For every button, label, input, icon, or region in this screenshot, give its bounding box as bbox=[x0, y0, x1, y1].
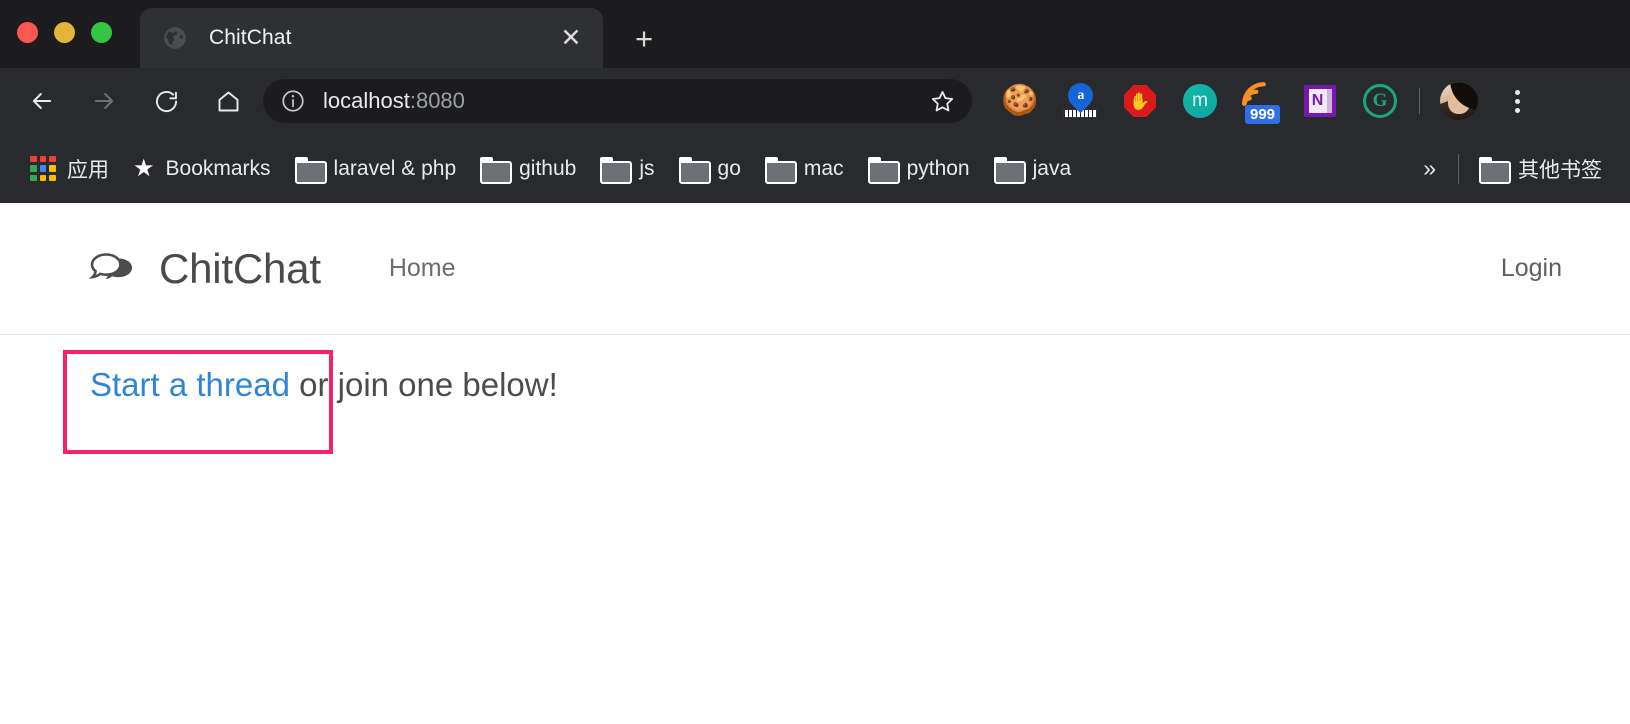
page-content: Start a thread or join one below! bbox=[0, 335, 1630, 401]
browser-tab-chitchat[interactable]: ChitChat ✕ bbox=[140, 8, 603, 68]
feedly-extension-icon[interactable]: 999 bbox=[1230, 68, 1290, 134]
bookmark-item-github[interactable]: github bbox=[468, 151, 588, 187]
bookmark-label: mac bbox=[803, 156, 844, 180]
globe-icon bbox=[162, 25, 188, 51]
window-traffic-lights bbox=[17, 22, 112, 43]
bookmark-item-bookmarks[interactable]: ★ Bookmarks bbox=[121, 151, 283, 187]
bookmark-item-mac[interactable]: mac bbox=[753, 151, 856, 187]
page-viewport: ChitChat Home Login Start a thread or jo… bbox=[0, 203, 1630, 724]
browser-chrome: ChitChat ✕ + localhost:8080 🍪 a ✋ m 999 … bbox=[0, 0, 1630, 203]
kebab-dot bbox=[1514, 107, 1520, 113]
folder-icon bbox=[867, 157, 900, 184]
url-port: :8080 bbox=[409, 88, 465, 113]
bookmarks-divider bbox=[1458, 153, 1459, 184]
folder-icon bbox=[1479, 157, 1511, 184]
nav-link-home[interactable]: Home bbox=[381, 248, 464, 289]
bookmark-item-apps[interactable]: 应用 bbox=[18, 148, 121, 190]
adblock-extension-icon[interactable]: ✋ bbox=[1110, 68, 1170, 134]
bookmarks-bar-right: » 其他书签 bbox=[1409, 134, 1614, 203]
bookmark-label: java bbox=[1032, 156, 1072, 180]
bookmark-label: github bbox=[519, 156, 577, 180]
bookmarks-overflow-button[interactable]: » bbox=[1409, 151, 1450, 186]
speech-bubbles-icon bbox=[88, 249, 140, 289]
site-nav-right: Login bbox=[1493, 254, 1570, 283]
kebab-dot bbox=[1514, 89, 1520, 95]
folder-icon bbox=[294, 157, 327, 184]
bookmarks-bar: 应用 ★ Bookmarks laravel & php github js g… bbox=[0, 134, 1630, 203]
address-bar[interactable]: localhost:8080 bbox=[263, 79, 972, 123]
folder-icon bbox=[764, 157, 797, 184]
bookmark-item-js[interactable]: js bbox=[588, 151, 666, 187]
site-info-icon[interactable] bbox=[279, 87, 307, 115]
browser-menu-button[interactable] bbox=[1495, 79, 1539, 123]
bookmark-star-icon[interactable] bbox=[922, 81, 962, 121]
lead-paragraph: Start a thread or join one below! bbox=[90, 368, 558, 401]
grammarly-letter: G bbox=[1363, 84, 1397, 118]
apps-grid-icon bbox=[30, 155, 56, 182]
avatar bbox=[1440, 82, 1478, 120]
url-host: localhost bbox=[323, 88, 410, 113]
bookmark-item-java[interactable]: java bbox=[982, 151, 1084, 187]
folder-icon bbox=[600, 157, 633, 184]
nav-link-login[interactable]: Login bbox=[1493, 248, 1570, 288]
close-icon[interactable]: ✕ bbox=[555, 22, 587, 54]
profile-avatar-button[interactable] bbox=[1429, 68, 1489, 134]
bookmark-item-laravel-php[interactable]: laravel & php bbox=[283, 151, 469, 187]
url-text[interactable]: localhost:8080 bbox=[323, 88, 922, 114]
forward-button[interactable] bbox=[80, 77, 128, 125]
browser-toolbar: localhost:8080 🍪 a ✋ m 999 N G bbox=[0, 68, 1630, 134]
site-nav-links: Home bbox=[381, 248, 464, 289]
kebab-dot bbox=[1514, 98, 1520, 104]
onenote-extension-icon[interactable]: N bbox=[1290, 68, 1350, 134]
cookie-glyph: 🍪 bbox=[1001, 84, 1039, 117]
cookie-extension-icon[interactable]: 🍪 bbox=[990, 68, 1050, 134]
reload-button[interactable] bbox=[142, 77, 190, 125]
tab-title: ChitChat bbox=[209, 26, 292, 49]
brand-name: ChitChat bbox=[159, 244, 321, 292]
mega-extension-icon[interactable]: m bbox=[1170, 68, 1230, 134]
amazon-price-extension-icon[interactable]: a bbox=[1050, 68, 1110, 134]
start-a-thread-link[interactable]: Start a thread bbox=[90, 366, 290, 403]
bookmark-item-other-bookmarks[interactable]: 其他书签 bbox=[1467, 148, 1614, 190]
folder-icon bbox=[993, 157, 1026, 184]
onenote-letter: N bbox=[1308, 89, 1332, 113]
bookmark-label: Bookmarks bbox=[165, 156, 271, 180]
star-icon: ★ bbox=[133, 154, 155, 182]
brand[interactable]: ChitChat bbox=[88, 245, 321, 293]
amazon-pin: a bbox=[1062, 77, 1098, 119]
amazon-letter: a bbox=[1076, 87, 1084, 103]
tab-strip: ChitChat ✕ + bbox=[0, 0, 1630, 68]
bookmark-label: js bbox=[639, 156, 655, 180]
back-button[interactable] bbox=[18, 77, 66, 125]
onenote-tile: N bbox=[1304, 85, 1336, 117]
new-tab-button[interactable]: + bbox=[622, 16, 666, 60]
toolbar-divider bbox=[1419, 88, 1420, 114]
bookmark-label: 应用 bbox=[67, 158, 109, 182]
bookmark-label: laravel & php bbox=[333, 156, 457, 180]
lead-rest-text: or join one below! bbox=[289, 366, 558, 403]
window-zoom-button[interactable] bbox=[91, 22, 112, 43]
bookmark-item-go[interactable]: go bbox=[667, 151, 753, 187]
mega-letter: m bbox=[1183, 84, 1217, 118]
feedly-badge: 999 bbox=[1245, 104, 1281, 124]
window-minimize-button[interactable] bbox=[54, 22, 75, 43]
folder-icon bbox=[480, 157, 513, 184]
bookmark-label: python bbox=[906, 156, 970, 180]
stop-hand-glyph: ✋ bbox=[1124, 85, 1156, 117]
bookmark-label: go bbox=[717, 156, 741, 180]
window-close-button[interactable] bbox=[17, 22, 38, 43]
bookmark-item-python[interactable]: python bbox=[856, 151, 982, 187]
rss-icon: 999 bbox=[1239, 81, 1281, 124]
site-navbar: ChitChat Home Login bbox=[0, 203, 1630, 335]
home-button[interactable] bbox=[204, 77, 252, 125]
grammarly-extension-icon[interactable]: G bbox=[1350, 68, 1410, 134]
folder-icon bbox=[678, 157, 711, 184]
bookmark-label: 其他书签 bbox=[1518, 158, 1602, 182]
extensions-row: 🍪 a ✋ m 999 N G bbox=[990, 68, 1539, 134]
